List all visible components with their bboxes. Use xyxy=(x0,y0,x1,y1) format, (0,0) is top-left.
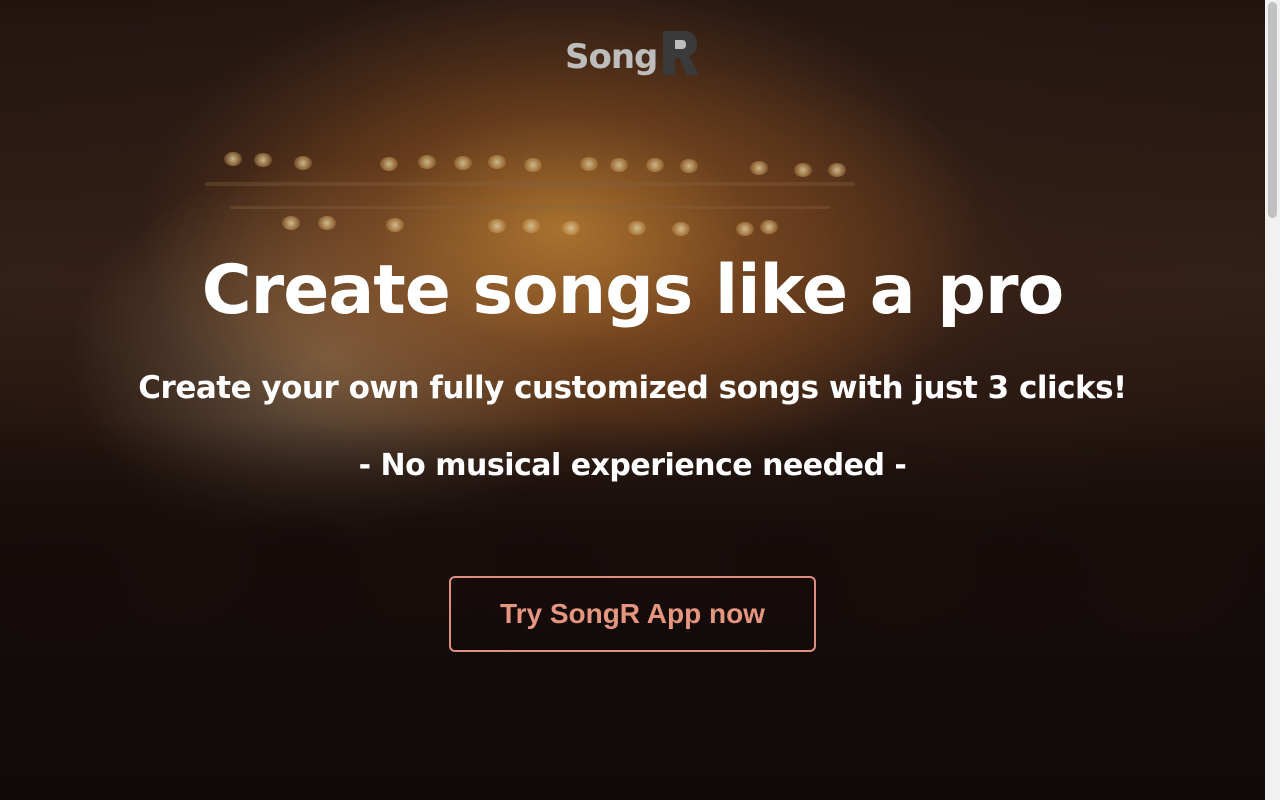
landing-page: Song Create songs like a pro Create your… xyxy=(0,0,1280,800)
hero-tagline: - No musical experience needed - xyxy=(358,448,907,483)
hero-subline: Create your own fully customized songs w… xyxy=(138,370,1127,406)
hero-headline: Create songs like a pro xyxy=(201,251,1064,330)
scrollbar-thumb[interactable] xyxy=(1268,2,1277,218)
try-app-button[interactable]: Try SongR App now xyxy=(449,576,816,652)
songr-logo-mark-icon xyxy=(663,31,700,75)
songr-logo[interactable]: Song xyxy=(565,25,701,77)
logo-text: Song xyxy=(565,37,658,77)
page-scrollbar[interactable] xyxy=(1265,0,1280,800)
